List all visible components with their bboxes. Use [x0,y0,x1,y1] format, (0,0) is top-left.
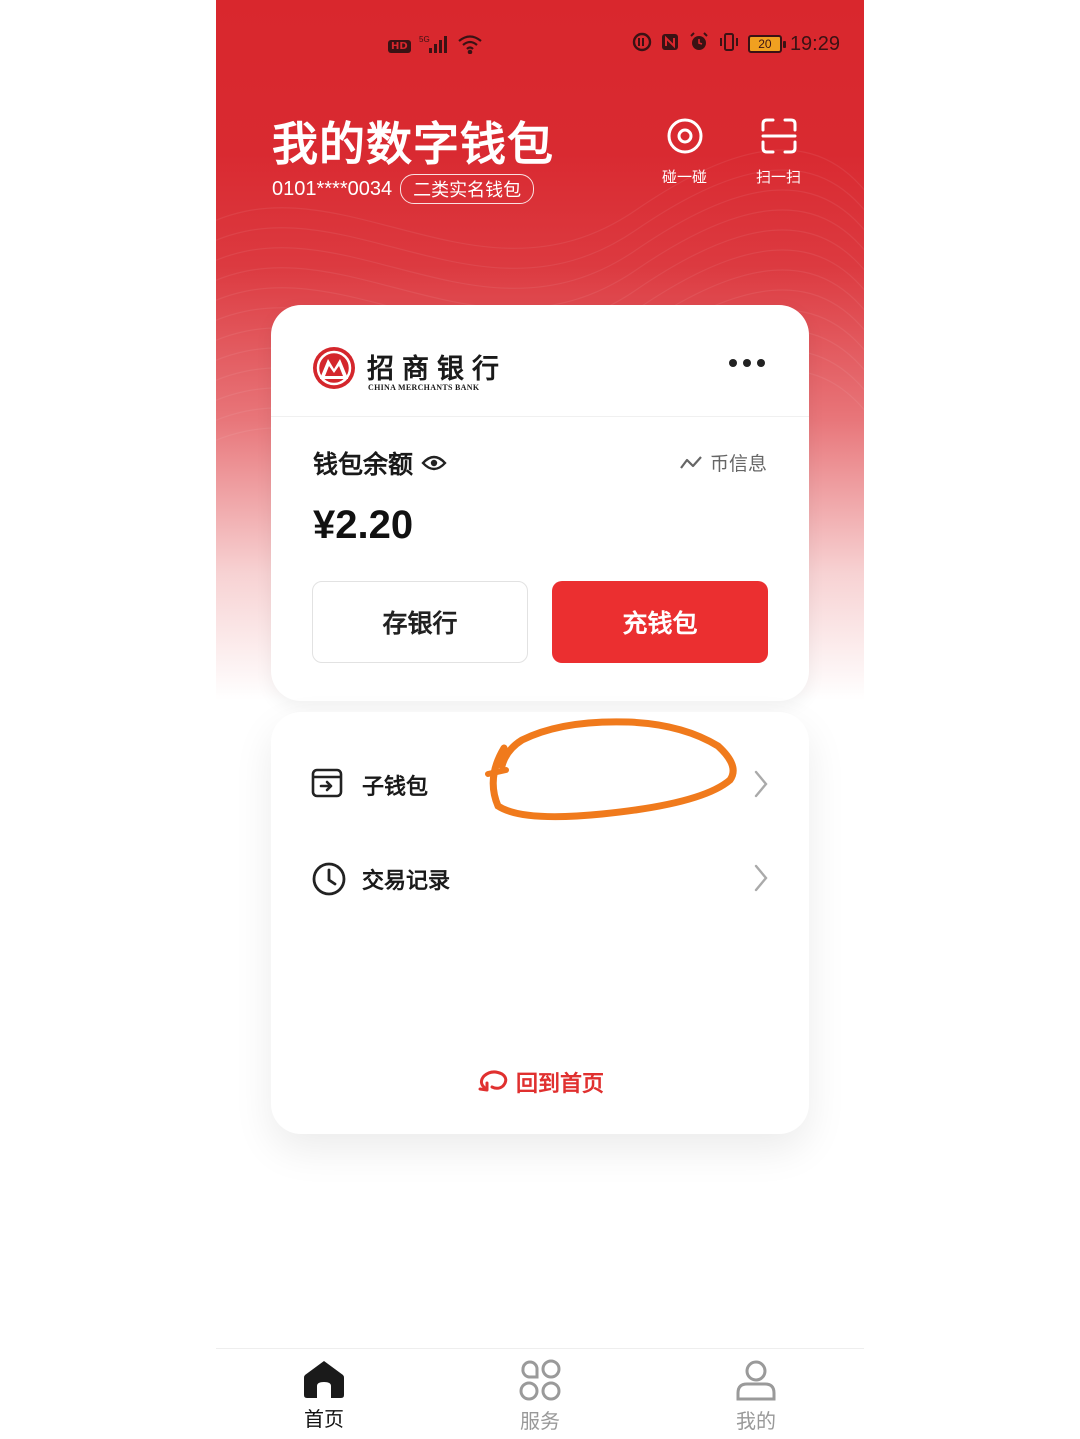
alarm-icon [688,32,710,56]
nav-home-label: 首页 [304,1407,344,1431]
menu-card: 子钱包 交易记录 回到首页 [271,712,809,1134]
wifi-icon [457,34,483,58]
coin-info-label: 币信息 [709,453,767,475]
nav-mine-label: 我的 [736,1409,776,1433]
wallet-subtitle: 0101****0034 二类实名钱包 [272,174,535,204]
vibrate-icon [718,32,740,56]
bank-header: 招商银行 CHINA MERCHANTS BANK [271,305,809,417]
back-to-home-label: 回到首页 [515,1072,604,1097]
nav-item-mine[interactable]: 我的 [696,1359,816,1434]
chevron-right-icon [754,864,768,892]
scan-button[interactable]: 扫一扫 [756,116,801,187]
bank-name: 招商银行 [367,354,507,385]
more-dot-icon [757,359,765,367]
network-label: 5G [419,35,430,44]
deposit-to-bank-button[interactable]: 存银行 [312,581,528,663]
data-saver-icon [632,32,652,56]
chevron-right-icon [754,770,768,798]
signal-icon: 5G [419,34,449,58]
balance-label: 钱包余额 [313,450,414,479]
services-grid-icon [519,1359,561,1401]
user-icon [736,1360,776,1401]
scan-label: 扫一扫 [756,168,802,186]
nfc-touch-icon [667,118,702,154]
wallet-card: 招商银行 CHINA MERCHANTS BANK 钱包余额 币信息 ¥2.20… [271,305,809,701]
clock-time: 19:29 [789,32,840,55]
transactions-label: 交易记录 [362,869,451,894]
status-left: HD 5G [388,34,483,58]
return-arrow-icon [478,1070,508,1092]
hd-badge: HD [388,39,411,53]
trend-icon [680,455,702,469]
menu-item-transactions[interactable]: 交易记录 [271,839,809,919]
nav-item-home[interactable]: 首页 [264,1359,384,1432]
sub-wallet-label: 子钱包 [362,775,429,800]
bank-name-english: CHINA MERCHANTS BANK [368,383,480,392]
balance-header: 钱包余额 [313,445,447,481]
sub-wallet-icon [311,768,343,798]
status-right: 20 19:29 [632,32,840,56]
status-bar: HD 5G 20 19:29 [216,30,864,66]
battery-icon: 20 [747,35,786,53]
more-dot-icon [743,359,751,367]
touch-pay-label: 碰一碰 [662,168,708,186]
eye-icon[interactable] [421,454,447,472]
coin-info-link[interactable]: 币信息 [679,449,767,476]
nav-item-services[interactable]: 服务 [480,1359,600,1434]
bank-logo-icon [313,347,355,389]
touch-pay-button[interactable]: 碰一碰 [662,116,707,187]
page-title: 我的数字钱包 [272,117,554,171]
charge-wallet-button[interactable]: 充钱包 [552,581,768,663]
nav-services-label: 服务 [520,1409,560,1433]
phone-screen: HD 5G 20 19:29 我的数字钱包 0101****0034 二类实名钱… [216,0,864,1439]
more-dot-icon [729,359,737,367]
home-icon [304,1361,344,1398]
menu-item-sub-wallet[interactable]: 子钱包 [271,745,809,825]
scan-icon [761,118,796,154]
back-to-home-link[interactable]: 回到首页 [271,1066,809,1098]
balance-amount: ¥2.20 [313,503,414,547]
clock-icon [312,862,346,896]
bottom-navigation: 首页 服务 我的 [216,1348,864,1439]
wallet-account-number: 0101****0034 [272,177,393,200]
wallet-type-badge: 二类实名钱包 [400,174,535,204]
more-options-button[interactable] [729,359,765,367]
nfc-icon [660,32,680,56]
